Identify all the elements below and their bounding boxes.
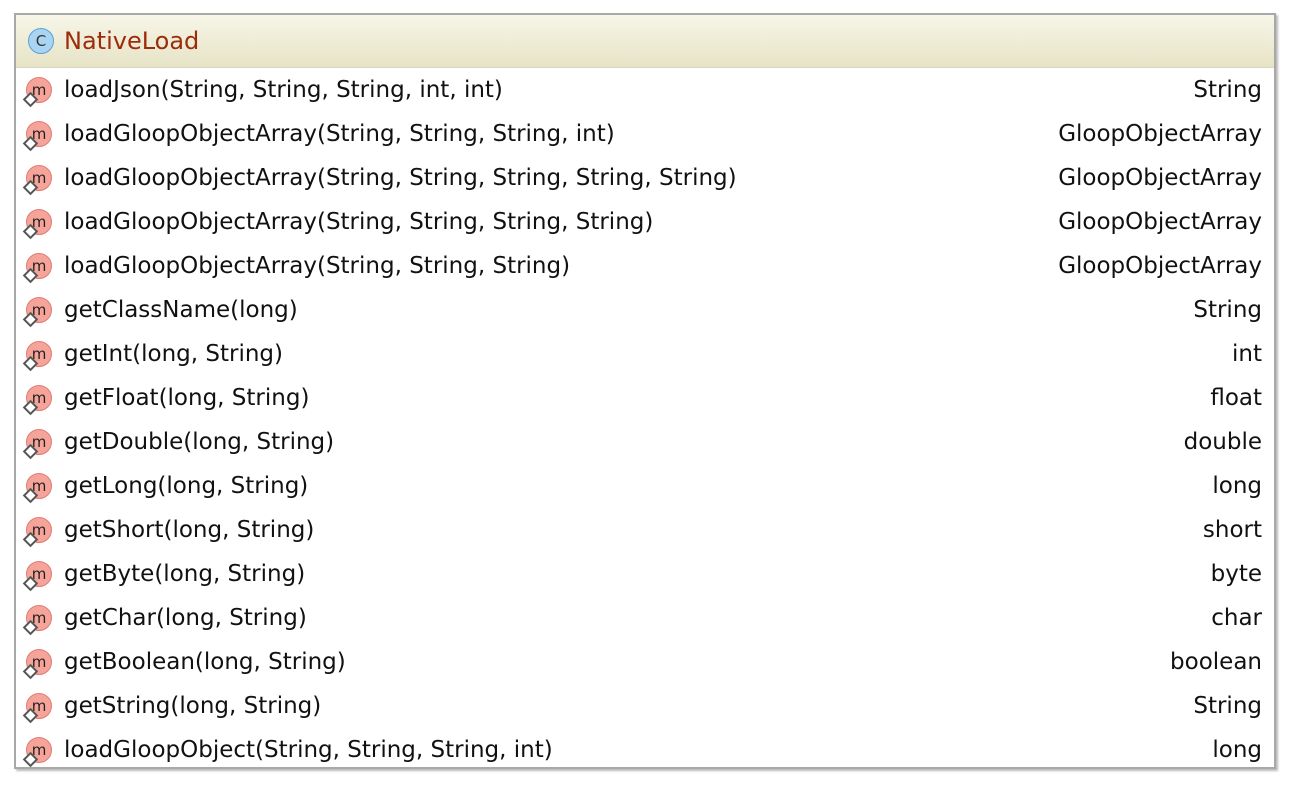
method-icon: m	[22, 693, 52, 724]
method-icon: m	[22, 649, 52, 680]
method-return-type: GloopObjectArray	[1058, 253, 1262, 279]
method-row[interactable]: m loadJson(String, String, String, int, i…	[16, 68, 1274, 112]
method-icon: m	[22, 209, 52, 240]
method-row[interactable]: m getChar(long, String) char	[16, 596, 1274, 640]
method-return-type: long	[1212, 473, 1262, 499]
method-return-type: short	[1202, 517, 1262, 543]
method-return-type: long	[1212, 737, 1262, 763]
class-name: NativeLoad	[64, 27, 200, 55]
method-row[interactable]: m loadGloopObject(String, String, String,…	[16, 728, 1274, 772]
method-row[interactable]: m loadGloopObjectArray(String, String, St…	[16, 200, 1274, 244]
method-row[interactable]: m getFloat(long, String) float	[16, 376, 1274, 420]
method-signature: getDouble(long, String)	[64, 429, 335, 455]
method-signature: getChar(long, String)	[64, 605, 307, 631]
method-row[interactable]: m getString(long, String) String	[16, 684, 1274, 728]
method-return-type: GloopObjectArray	[1058, 209, 1262, 235]
method-return-type: double	[1183, 429, 1262, 455]
method-return-type: boolean	[1170, 649, 1262, 675]
method-icon: m	[22, 341, 52, 372]
method-return-type: GloopObjectArray	[1058, 165, 1262, 191]
class-node[interactable]: C NativeLoad m loadJson(String, String, S…	[14, 13, 1276, 769]
method-return-type: String	[1193, 297, 1262, 323]
method-row[interactable]: m getShort(long, String) short	[16, 508, 1274, 552]
method-icon: m	[22, 473, 52, 504]
method-signature: getString(long, String)	[64, 693, 322, 719]
method-icon: m	[22, 121, 52, 152]
method-signature: loadJson(String, String, String, int, in…	[64, 77, 503, 103]
method-return-type: String	[1193, 693, 1262, 719]
method-signature: loadGloopObjectArray(String, String, Str…	[64, 121, 615, 147]
method-icon: m	[22, 165, 52, 196]
method-icon: m	[22, 385, 52, 416]
method-row[interactable]: m getLong(long, String) long	[16, 464, 1274, 508]
method-icon: m	[22, 517, 52, 548]
method-signature: loadGloopObject(String, String, String, …	[64, 737, 553, 763]
method-signature: getBoolean(long, String)	[64, 649, 346, 675]
method-return-type: byte	[1210, 561, 1262, 587]
method-icon: m	[22, 737, 52, 768]
method-icon: m	[22, 561, 52, 592]
method-icon: m	[22, 429, 52, 460]
method-row[interactable]: m getDouble(long, String) double	[16, 420, 1274, 464]
method-icon: m	[22, 77, 52, 108]
method-signature: loadGloopObjectArray(String, String, Str…	[64, 209, 654, 235]
method-row[interactable]: m getByte(long, String) byte	[16, 552, 1274, 596]
method-row[interactable]: m loadGloopObjectArray(String, String, St…	[16, 244, 1274, 288]
class-icon: C	[28, 28, 54, 54]
method-signature: getClassName(long)	[64, 297, 298, 323]
method-return-type: String	[1193, 77, 1262, 103]
method-signature: getLong(long, String)	[64, 473, 309, 499]
method-row[interactable]: m loadGloopObjectArray(String, String, St…	[16, 156, 1274, 200]
method-signature: getFloat(long, String)	[64, 385, 310, 411]
method-return-type: int	[1232, 341, 1262, 367]
method-icon: m	[22, 253, 52, 284]
method-signature: loadGloopObjectArray(String, String, Str…	[64, 253, 571, 279]
method-list: m loadJson(String, String, String, int, i…	[16, 68, 1274, 772]
method-icon: m	[22, 605, 52, 636]
class-header[interactable]: C NativeLoad	[16, 15, 1274, 68]
method-signature: loadGloopObjectArray(String, String, Str…	[64, 165, 737, 191]
method-icon: m	[22, 297, 52, 328]
method-row[interactable]: m getClassName(long) String	[16, 288, 1274, 332]
method-row[interactable]: m getBoolean(long, String) boolean	[16, 640, 1274, 684]
method-signature: getShort(long, String)	[64, 517, 315, 543]
method-signature: getInt(long, String)	[64, 341, 283, 367]
method-return-type: GloopObjectArray	[1058, 121, 1262, 147]
method-return-type: char	[1211, 605, 1262, 631]
method-return-type: float	[1210, 385, 1262, 411]
method-row[interactable]: m getInt(long, String) int	[16, 332, 1274, 376]
method-row[interactable]: m loadGloopObjectArray(String, String, St…	[16, 112, 1274, 156]
method-signature: getByte(long, String)	[64, 561, 306, 587]
